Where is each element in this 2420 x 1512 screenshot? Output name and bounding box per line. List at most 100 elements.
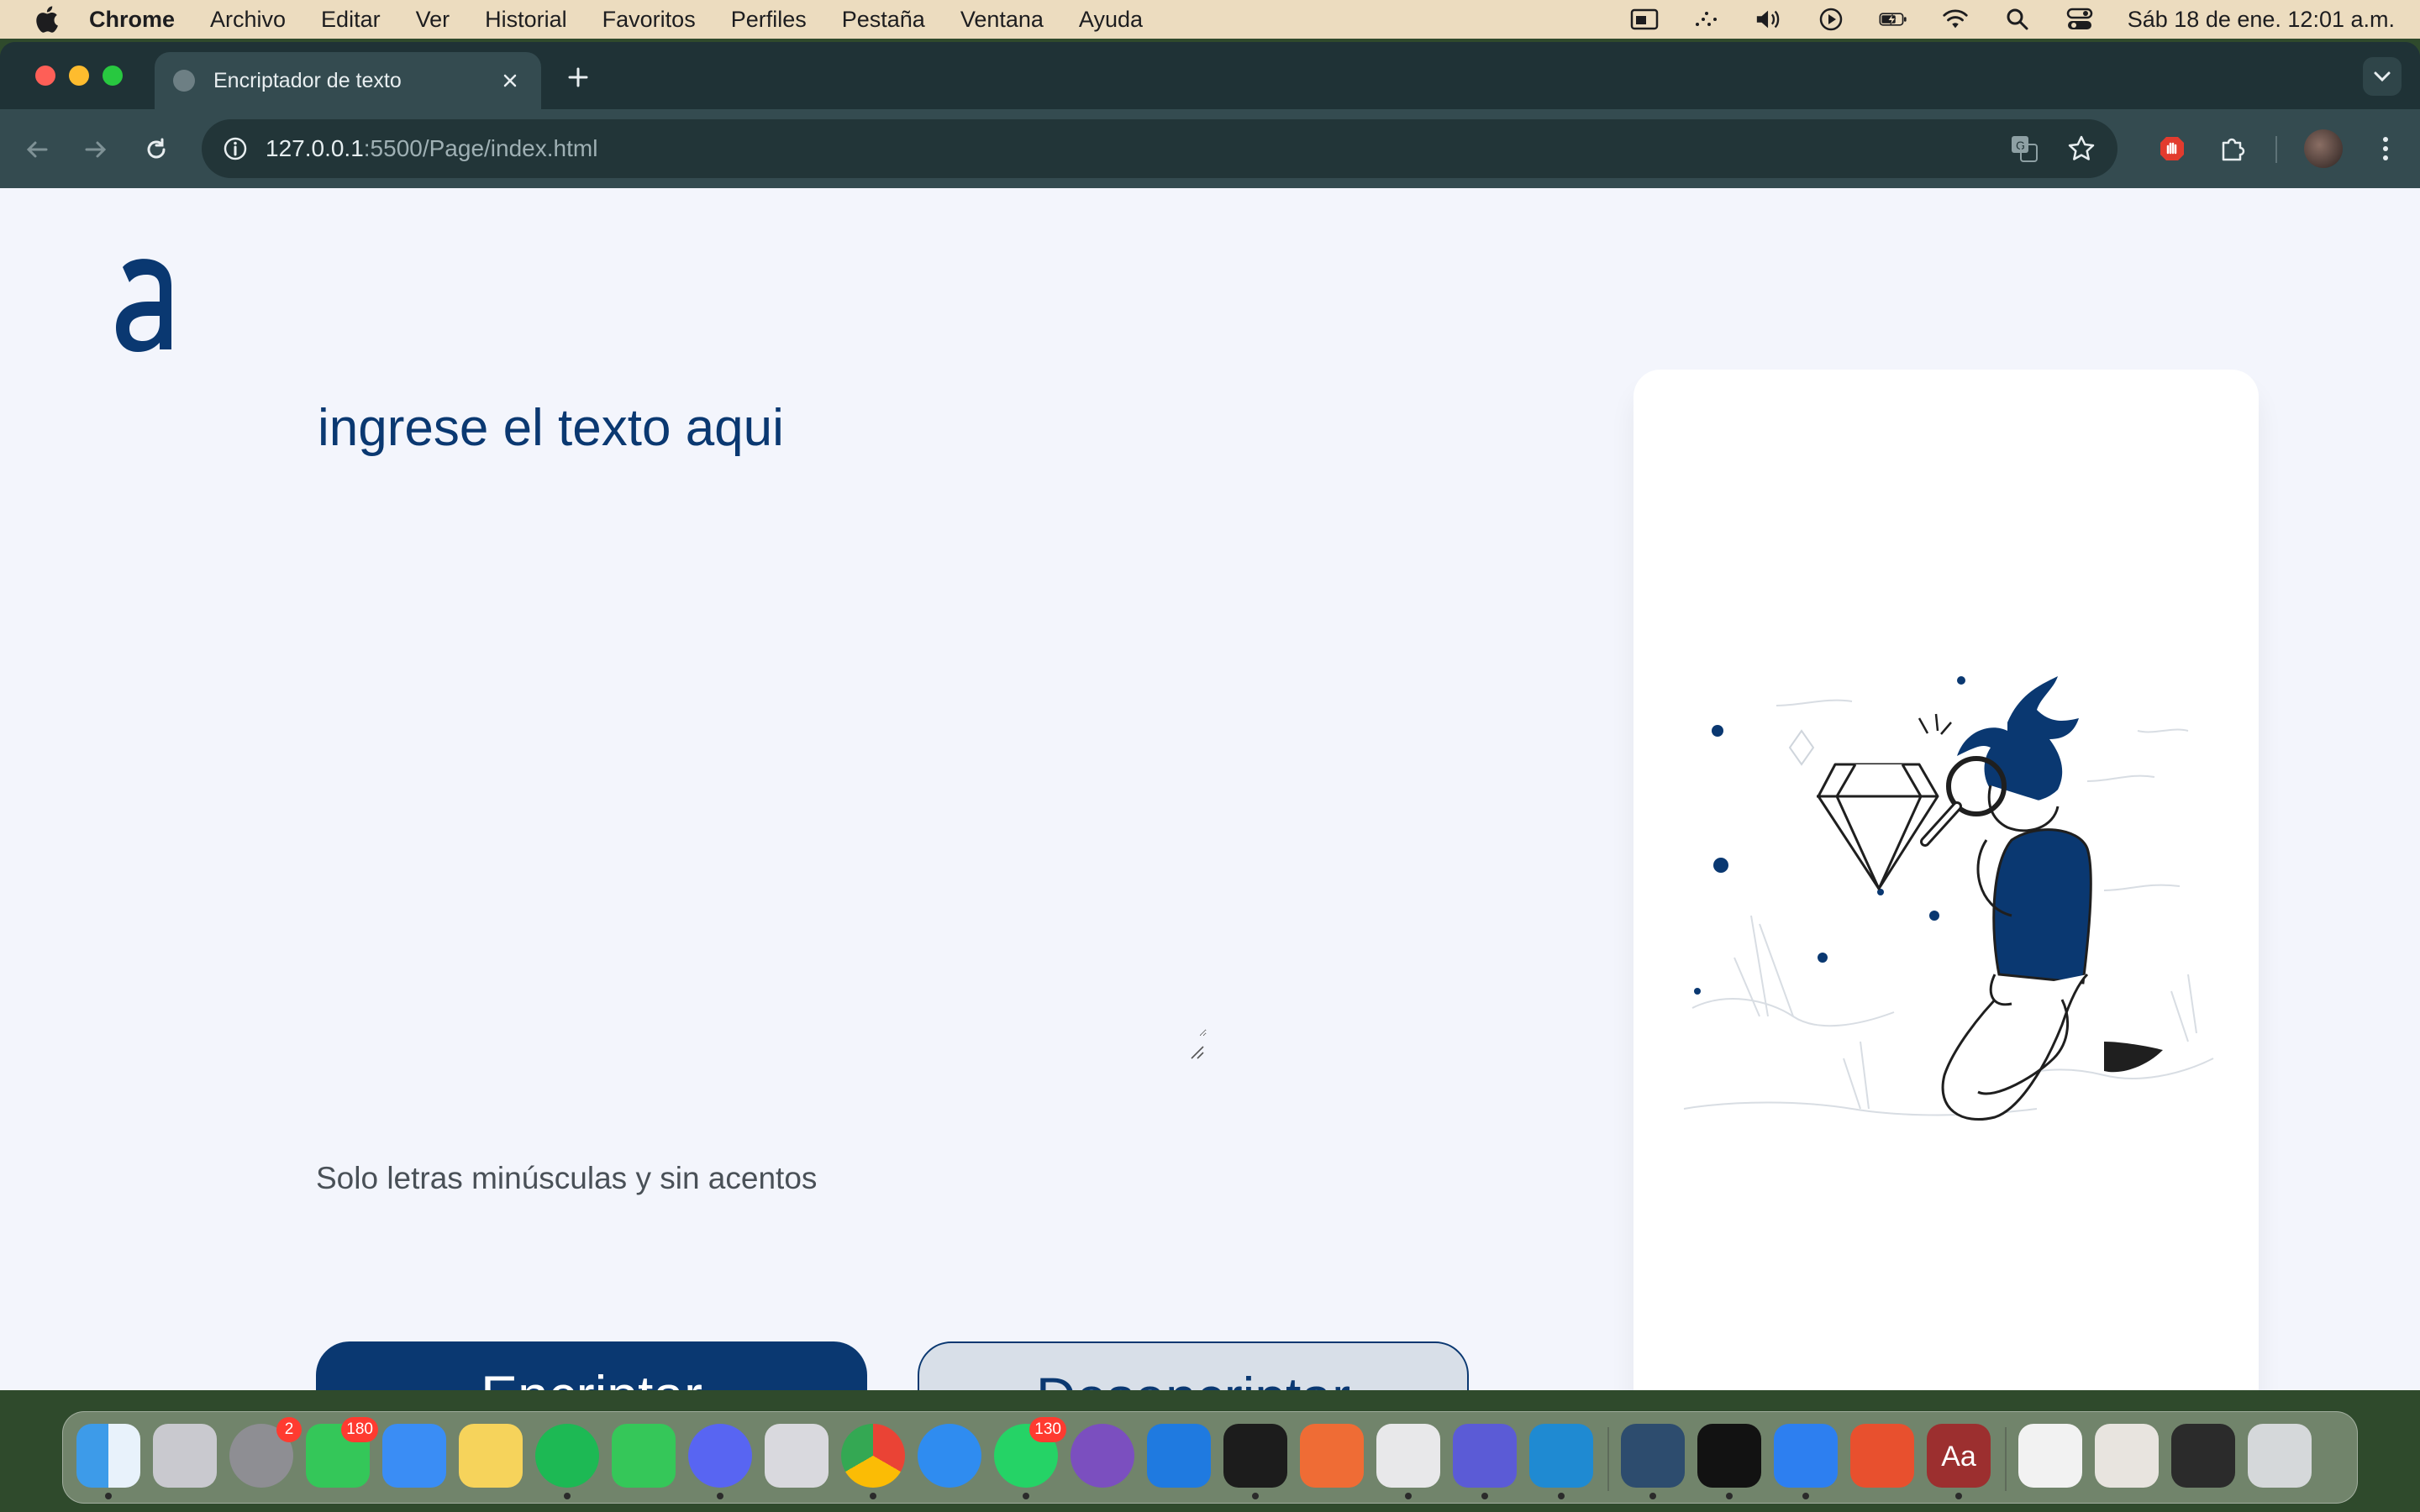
menu-favoritos[interactable]: Favoritos (602, 7, 696, 33)
textarea-placeholder-text[interactable]: ingrese el texto aqui (318, 398, 784, 458)
dock-recent-window-3-icon[interactable] (2171, 1424, 2235, 1488)
reload-icon[interactable] (138, 131, 175, 168)
kebab-menu-icon[interactable] (2366, 129, 2405, 168)
dock-chrome-icon[interactable] (841, 1424, 905, 1499)
running-indicator (1252, 1493, 1259, 1499)
dock-separator (2005, 1427, 2007, 1491)
dock-facetime-icon[interactable] (612, 1424, 676, 1488)
extensions-puzzle-icon[interactable] (2213, 129, 2252, 168)
dock-mail-icon[interactable] (382, 1424, 446, 1488)
dock-terminal-icon[interactable] (1223, 1424, 1287, 1499)
running-indicator (1023, 1493, 1029, 1499)
fullscreen-window-button[interactable] (103, 66, 123, 86)
input-hint: Solo letras minúsculas y sin acentos (316, 1161, 818, 1195)
dock-messages-icon[interactable]: 180 (306, 1417, 378, 1488)
control-center-icon[interactable] (2065, 7, 2094, 32)
dock-postman-icon[interactable] (1300, 1424, 1364, 1488)
globe-icon (173, 70, 195, 92)
toolbar-divider (2275, 136, 2277, 163)
tab-search-chevron-icon[interactable] (2363, 57, 2402, 96)
dock-launchpad-icon[interactable] (153, 1424, 217, 1488)
menu-historial[interactable]: Historial (485, 7, 567, 33)
menu-archivo[interactable]: Archivo (210, 7, 286, 33)
running-indicator (1726, 1493, 1733, 1499)
running-indicator (1558, 1493, 1565, 1499)
dock-system-settings-icon[interactable]: 2 (229, 1417, 302, 1488)
minimize-window-button[interactable] (69, 66, 89, 86)
tab-active[interactable]: Encriptador de texto (155, 52, 541, 109)
running-indicator (105, 1493, 112, 1499)
notification-badge: 2 (276, 1417, 302, 1442)
browser-toolbar: 127.0.0.1:5500/Page/index.html G (0, 109, 2420, 188)
wifi-icon[interactable] (1941, 7, 1970, 32)
dock: 2 180 130 Aa (62, 1411, 2358, 1504)
extension-adblock-icon[interactable] (2153, 129, 2191, 168)
running-indicator (564, 1493, 571, 1499)
menubar-clock[interactable]: Sáb 18 de ene. 12:01 a.m. (2128, 7, 2395, 33)
back-arrow-icon[interactable] (18, 131, 55, 168)
dock-notes-icon[interactable] (459, 1424, 523, 1488)
menu-app-name[interactable]: Chrome (89, 7, 175, 33)
encrypt-button[interactable]: Encriptar (316, 1341, 867, 1390)
dock-recent-window-1-icon[interactable] (2018, 1424, 2082, 1488)
dock-safari-icon[interactable] (918, 1424, 981, 1488)
translate-icon[interactable]: G (2007, 131, 2042, 166)
window-controls (35, 66, 123, 86)
dock-dictionary-icon[interactable]: Aa (1927, 1424, 1991, 1499)
dock-iphone-mirroring-icon[interactable] (765, 1424, 829, 1488)
dock-trash-icon[interactable] (2248, 1424, 2312, 1488)
running-indicator (1481, 1493, 1488, 1499)
dock-linear-icon[interactable] (1453, 1424, 1517, 1499)
menu-ventana[interactable]: Ventana (960, 7, 1044, 33)
tab-strip: Encriptador de texto (0, 42, 2420, 109)
decrypt-button[interactable]: Desencriptar (918, 1341, 1469, 1390)
running-indicator (870, 1493, 876, 1499)
screen-mirror-icon[interactable] (1630, 7, 1659, 32)
menu-ver[interactable]: Ver (416, 7, 450, 33)
dock-vscode-icon[interactable] (1529, 1424, 1593, 1499)
profile-avatar[interactable] (2304, 129, 2343, 168)
dots-icon[interactable] (1692, 7, 1721, 32)
dock-windows-app-icon[interactable] (1774, 1424, 1838, 1499)
close-window-button[interactable] (35, 66, 55, 86)
apple-menu-icon[interactable] (32, 5, 60, 34)
dock-finder-icon[interactable] (76, 1424, 140, 1499)
notification-badge: 180 (341, 1417, 378, 1442)
dock-mysql-workbench-icon[interactable] (1621, 1424, 1685, 1499)
resize-grip-icon[interactable] (1190, 1045, 1205, 1060)
menu-perfiles[interactable]: Perfiles (731, 7, 807, 33)
volume-icon[interactable] (1754, 7, 1783, 32)
running-indicator (1405, 1493, 1412, 1499)
web-page: a ingrese el texto aqui Solo letras minú… (0, 188, 2420, 1390)
play-icon[interactable] (1817, 7, 1845, 32)
dock-screen-sharing-icon[interactable] (1376, 1424, 1440, 1499)
forward-arrow-icon[interactable] (77, 131, 114, 168)
running-indicator (717, 1493, 723, 1499)
bookmark-star-icon[interactable] (2064, 131, 2099, 166)
dock-xcode-icon[interactable] (1147, 1424, 1211, 1488)
output-card (1634, 370, 2259, 1390)
url-text[interactable]: 127.0.0.1:5500/Page/index.html (266, 135, 597, 162)
menu-pestana[interactable]: Pestaña (842, 7, 925, 33)
dock-discord-icon[interactable] (688, 1424, 752, 1499)
site-info-icon[interactable] (218, 132, 252, 165)
dock-spotify-icon[interactable] (535, 1424, 599, 1499)
dock-recent-window-2-icon[interactable] (2095, 1424, 2159, 1488)
dock-github-desktop-icon[interactable] (1071, 1424, 1134, 1488)
menu-ayuda[interactable]: Ayuda (1079, 7, 1143, 33)
menu-editar[interactable]: Editar (321, 7, 381, 33)
close-tab-icon[interactable] (497, 68, 523, 93)
spotlight-search-icon[interactable] (2003, 7, 2032, 32)
dock-whatsapp-icon[interactable]: 130 (994, 1417, 1066, 1499)
dock-label: Aa (1941, 1441, 1976, 1473)
dock-unity-icon[interactable] (1697, 1424, 1761, 1499)
text-input[interactable] (316, 499, 1207, 1037)
battery-charging-icon[interactable] (1879, 7, 1907, 32)
dock-netbeans-icon[interactable] (1850, 1424, 1914, 1488)
address-bar[interactable]: 127.0.0.1:5500/Page/index.html G (202, 119, 2118, 178)
logo[interactable]: a (114, 255, 182, 354)
url-path: :5500/Page/index.html (363, 135, 598, 161)
running-indicator (1649, 1493, 1656, 1499)
new-tab-icon[interactable] (561, 60, 595, 94)
running-indicator (1955, 1493, 1962, 1499)
